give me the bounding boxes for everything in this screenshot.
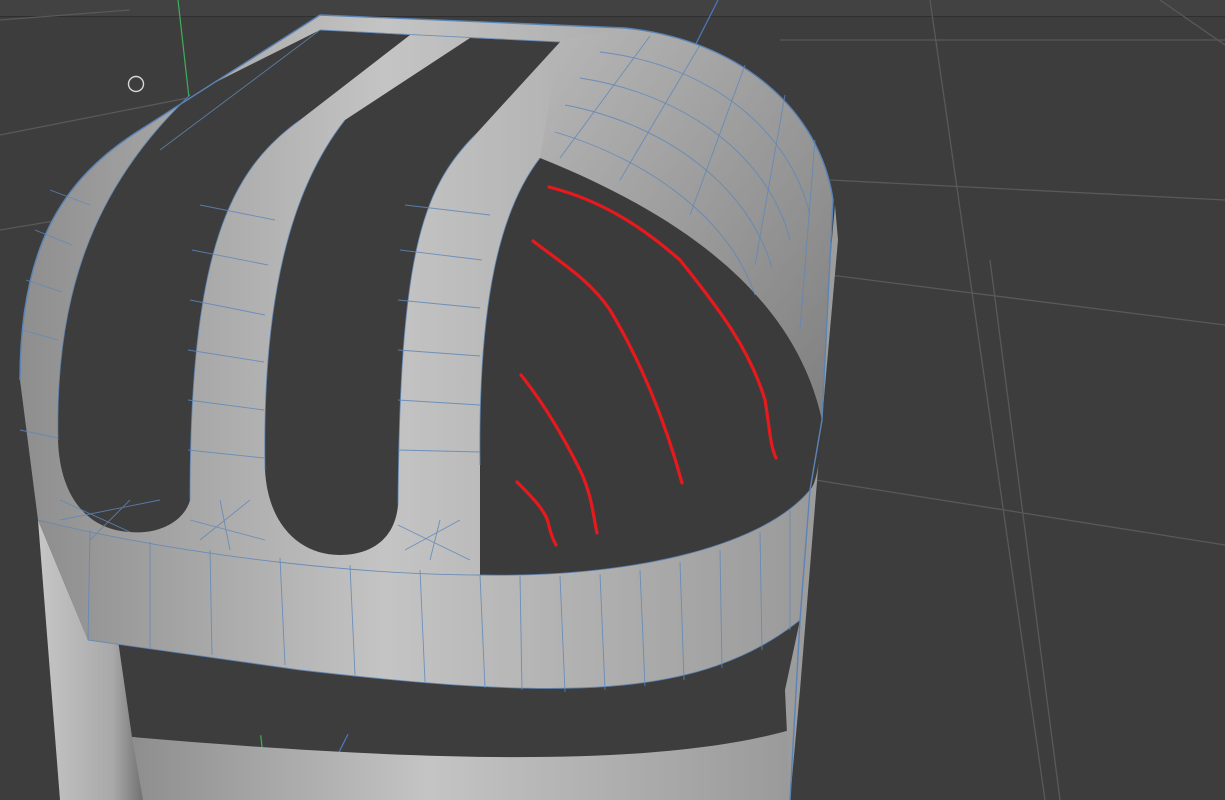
mesh-object[interactable] — [19, 14, 838, 800]
mesh-band-lower-2 — [132, 730, 790, 800]
scene-canvas[interactable] — [0, 0, 1225, 800]
circle-brush-cursor-icon — [127, 75, 145, 93]
3d-viewport[interactable] — [0, 0, 1225, 800]
